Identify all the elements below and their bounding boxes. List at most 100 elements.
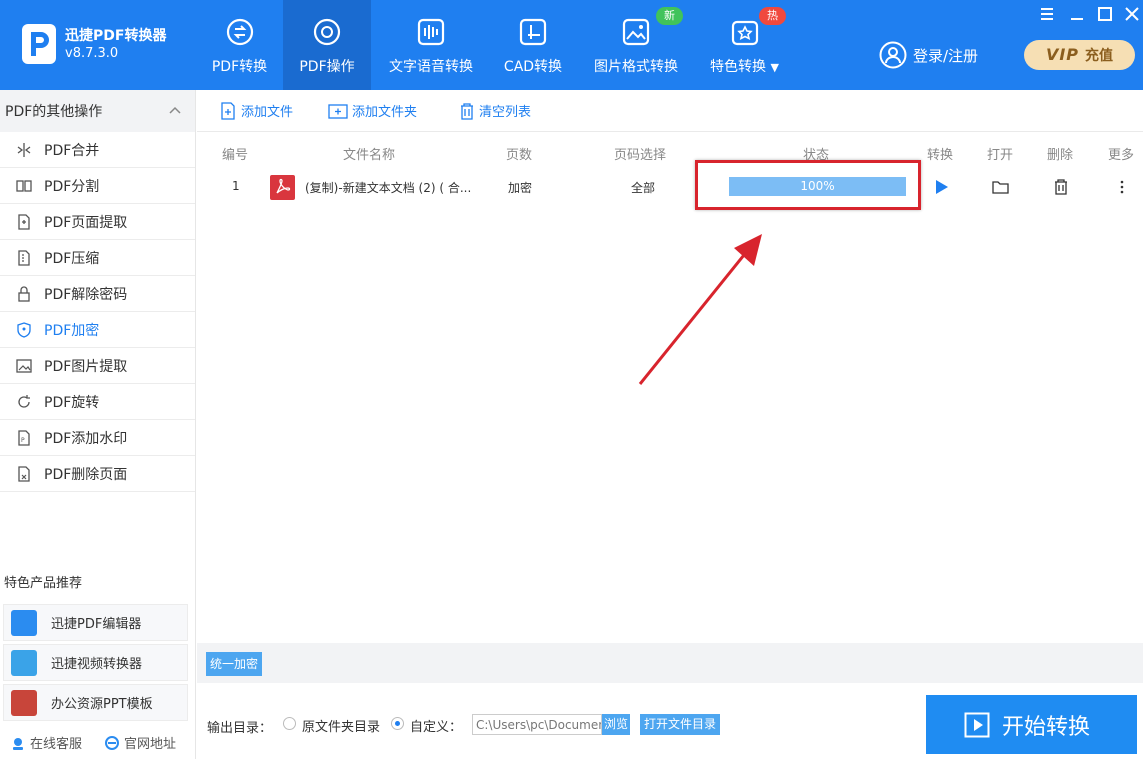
- sidebar-item-page-extract[interactable]: PDF页面提取: [0, 204, 195, 240]
- sidebar-item-label: PDF加密: [44, 322, 100, 339]
- vip-label: 充值: [1085, 48, 1114, 64]
- pdf-file-icon: [270, 175, 295, 200]
- tab-pdf-operate[interactable]: PDF操作: [283, 0, 371, 90]
- sidebar-item-rotate[interactable]: PDF旋转: [0, 384, 195, 420]
- rotate-icon: [18, 394, 30, 408]
- sidebar-item-merge[interactable]: PDF合并: [0, 132, 195, 168]
- delete-icon[interactable]: [1054, 179, 1068, 195]
- promo-title: 特色产品推荐: [4, 576, 83, 591]
- browse-button[interactable]: 浏览: [602, 714, 631, 735]
- row-index: 1: [232, 179, 240, 193]
- promo-label: 迅捷视频转换器: [51, 657, 143, 672]
- sidebar-item-delete-page[interactable]: PDF删除页面: [0, 456, 195, 492]
- column-index: 编号: [222, 148, 249, 163]
- tab-pdf-convert[interactable]: PDF转换: [196, 0, 283, 90]
- column-page-select: 页码选择: [614, 148, 667, 163]
- video-converter-icon: [11, 649, 37, 676]
- website-link[interactable]: 官网地址: [105, 733, 176, 752]
- promo-video-converter[interactable]: 迅捷视频转换器: [3, 644, 188, 681]
- add-file-icon: [221, 101, 235, 120]
- sidebar-item-label: PDF合并: [44, 142, 100, 159]
- pdf-operate-icon: [313, 18, 341, 46]
- row-pages: 加密: [508, 181, 533, 195]
- tab-label: 图片格式转换: [594, 59, 678, 75]
- column-open: 打开: [987, 148, 1014, 163]
- sidebar-item-label: PDF页面提取: [44, 214, 128, 231]
- sidebar-item-image-extract[interactable]: PDF图片提取: [0, 348, 195, 384]
- radio-original-label: 原文件夹目录: [302, 720, 381, 735]
- add-folder-label: 添加文件夹: [352, 105, 418, 120]
- online-service-link[interactable]: 在线客服: [11, 733, 82, 752]
- website-label: 官网地址: [124, 737, 177, 752]
- delete-page-icon: [18, 465, 30, 482]
- watermark-icon: P: [18, 429, 30, 446]
- vip-recharge-button[interactable]: VIP 充值: [1024, 40, 1135, 70]
- sidebar-item-encrypt[interactable]: PDF加密: [0, 312, 195, 348]
- column-filename: 文件名称: [343, 148, 396, 163]
- tab-text-audio[interactable]: 文字语音转换: [378, 0, 484, 90]
- radio-custom-folder[interactable]: [391, 717, 404, 730]
- sidebar-item-watermark[interactable]: P PDF添加水印: [0, 420, 195, 456]
- merge-icon: [17, 142, 31, 157]
- unify-encrypt-button[interactable]: 统一加密: [206, 652, 263, 676]
- headset-icon: [13, 737, 23, 750]
- promo-label: 办公资源PPT模板: [51, 697, 153, 712]
- promo-label: 迅捷PDF编辑器: [51, 617, 142, 632]
- tab-label: PDF转换: [211, 59, 268, 75]
- trash-icon: [461, 102, 473, 120]
- split-icon: [16, 179, 32, 192]
- title-bar: 迅捷PDF转换器 v8.7.3.0 PDF转换 PDF操作 文字语音转换 CAD…: [0, 0, 1143, 90]
- radio-custom-label: 自定义：: [410, 720, 463, 735]
- sidebar-item-compress[interactable]: PDF压缩: [0, 240, 195, 276]
- close-icon[interactable]: [1123, 5, 1141, 23]
- start-convert-button[interactable]: 开始转换: [926, 695, 1137, 754]
- play-box-icon: [964, 712, 990, 737]
- sidebar-item-label: PDF压缩: [44, 250, 100, 267]
- folder-open-icon[interactable]: [992, 180, 1009, 194]
- add-file-button[interactable]: 添加文件: [219, 101, 293, 120]
- column-pages: 页数: [506, 148, 533, 163]
- image-extract-icon: [16, 358, 32, 373]
- maximize-icon[interactable]: [1096, 5, 1114, 23]
- pdf-convert-icon: [226, 18, 253, 46]
- tab-cad[interactable]: CAD转换: [493, 0, 573, 90]
- tab-label: 特色转换 ▼: [710, 59, 779, 75]
- tab-label: 文字语音转换: [389, 59, 473, 75]
- sidebar-item-label: PDF旋转: [44, 394, 100, 411]
- column-convert: 转换: [927, 148, 954, 163]
- chevron-up-icon: [169, 106, 181, 114]
- clear-list-button[interactable]: 清空列表: [459, 101, 531, 120]
- minimize-icon[interactable]: [1068, 5, 1086, 23]
- page-extract-icon: [18, 213, 30, 230]
- sidebar-item-decrypt[interactable]: PDF解除密码: [0, 276, 195, 312]
- play-icon[interactable]: [934, 179, 950, 195]
- audio-icon: [417, 18, 445, 46]
- output-path-input[interactable]: [472, 714, 602, 735]
- unlock-icon: [18, 285, 30, 302]
- add-folder-button[interactable]: 添加文件夹: [328, 101, 417, 120]
- menu-icon[interactable]: [1038, 5, 1056, 23]
- open-folder-button[interactable]: 打开文件目录: [640, 714, 721, 735]
- row-page-select[interactable]: 全部: [631, 179, 655, 196]
- user-icon: [879, 41, 907, 69]
- toolbar: 添加文件 添加文件夹 清空列表: [197, 90, 1143, 132]
- hot-badge: 热: [759, 7, 786, 25]
- action-strip: [197, 643, 1143, 683]
- promo-ppt-template[interactable]: 办公资源PPT模板: [3, 684, 188, 721]
- more-vertical-icon[interactable]: [1119, 179, 1125, 195]
- promo-pdf-editor[interactable]: 迅捷PDF编辑器: [3, 604, 188, 641]
- vip-mark: VIP: [1045, 45, 1080, 64]
- radio-original-folder[interactable]: [283, 717, 296, 730]
- column-delete: 删除: [1047, 148, 1074, 163]
- pdf-editor-icon: [11, 609, 37, 636]
- sidebar-item-label: PDF图片提取: [44, 358, 128, 375]
- row-filename: (复制)-新建文本文档 (2) ( 合...: [305, 181, 472, 195]
- sidebar-header[interactable]: PDF的其他操作: [0, 90, 195, 132]
- sidebar-title: PDF的其他操作: [5, 104, 103, 120]
- online-service-label: 在线客服: [30, 737, 83, 752]
- image-icon: [622, 18, 650, 46]
- sidebar-item-split[interactable]: PDF分割: [0, 168, 195, 204]
- login-label: 登录/注册: [913, 46, 979, 65]
- login-button[interactable]: 登录/注册: [879, 41, 978, 69]
- sidebar-item-label: PDF添加水印: [44, 430, 128, 447]
